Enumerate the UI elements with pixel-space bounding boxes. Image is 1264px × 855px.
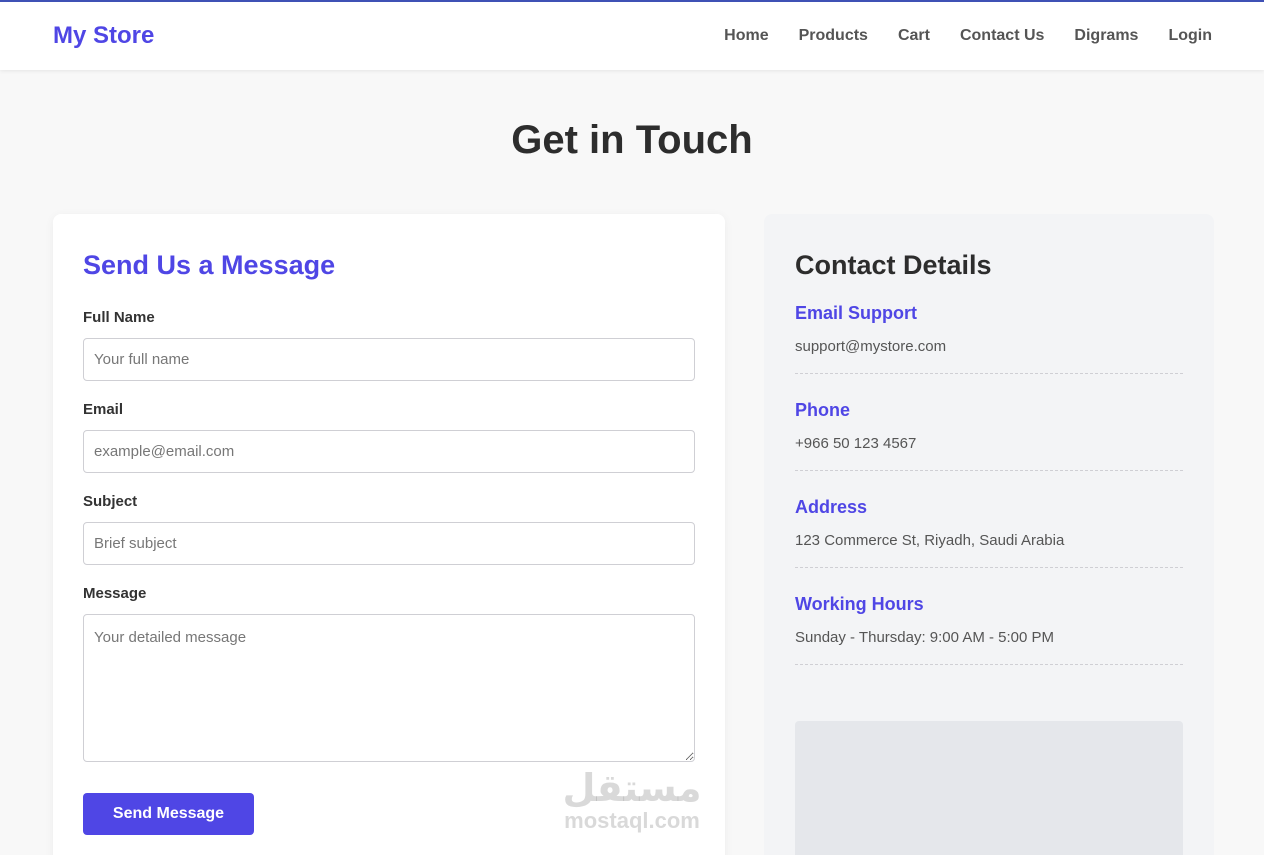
watermark-arabic: مستقل	[562, 766, 702, 810]
subject-field-group: Subject	[83, 493, 695, 565]
main-nav: Home Products Cart Contact Us Digrams Lo…	[694, 27, 1212, 45]
contact-details-card: Contact Details Email Support support@my…	[764, 214, 1214, 855]
detail-value: 123 Commerce St, Riyadh, Saudi Arabia	[795, 532, 1065, 549]
details-title: Contact Details	[795, 250, 992, 280]
subject-input[interactable]	[83, 522, 695, 565]
detail-value: support@mystore.com	[795, 338, 947, 355]
message-textarea[interactable]	[83, 614, 695, 762]
message-field-group: Message	[83, 585, 695, 767]
detail-value: Sunday - Thursday: 9:00 AM - 5:00 PM	[795, 629, 1055, 646]
nav-products-link[interactable]: Products	[799, 27, 868, 45]
send-message-button[interactable]: Send Message	[83, 793, 254, 835]
nav-contact-link[interactable]: Contact Us	[960, 27, 1044, 45]
email-field-group: Email	[83, 401, 695, 473]
subject-label: Subject	[83, 493, 138, 510]
detail-address: Address 123 Commerce St, Riyadh, Saudi A…	[795, 497, 1183, 568]
detail-heading: Working Hours	[795, 594, 924, 614]
message-form-card: Send Us a Message Full Name Email Subjec…	[53, 214, 725, 855]
full-name-field-group: Full Name	[83, 309, 695, 381]
detail-value: +966 50 123 4567	[795, 435, 917, 452]
page-title: Get in Touch	[511, 118, 753, 162]
brand-logo-link[interactable]: My Store	[53, 22, 154, 50]
map-placeholder	[795, 721, 1183, 855]
detail-email-support: Email Support support@mystore.com	[795, 303, 1183, 374]
full-name-input[interactable]	[83, 338, 695, 381]
detail-phone: Phone +966 50 123 4567	[795, 400, 1183, 471]
watermark: مستقل mostaql.com	[554, 768, 710, 834]
nav-cart-link[interactable]: Cart	[898, 27, 930, 45]
email-label: Email	[83, 401, 124, 418]
watermark-latin: mostaql.com	[564, 808, 700, 833]
nav-home-link[interactable]: Home	[724, 27, 768, 45]
nav-login-link[interactable]: Login	[1168, 27, 1212, 45]
full-name-label: Full Name	[83, 309, 155, 326]
detail-heading: Email Support	[795, 303, 918, 323]
form-title: Send Us a Message	[83, 250, 336, 280]
email-input[interactable]	[83, 430, 695, 473]
detail-working-hours: Working Hours Sunday - Thursday: 9:00 AM…	[795, 594, 1183, 665]
message-label: Message	[83, 585, 147, 602]
nav-digrams-link[interactable]: Digrams	[1074, 27, 1138, 45]
top-navbar: My Store Home Products Cart Contact Us D…	[0, 0, 1264, 70]
detail-heading: Address	[795, 497, 868, 517]
detail-heading: Phone	[795, 400, 851, 420]
